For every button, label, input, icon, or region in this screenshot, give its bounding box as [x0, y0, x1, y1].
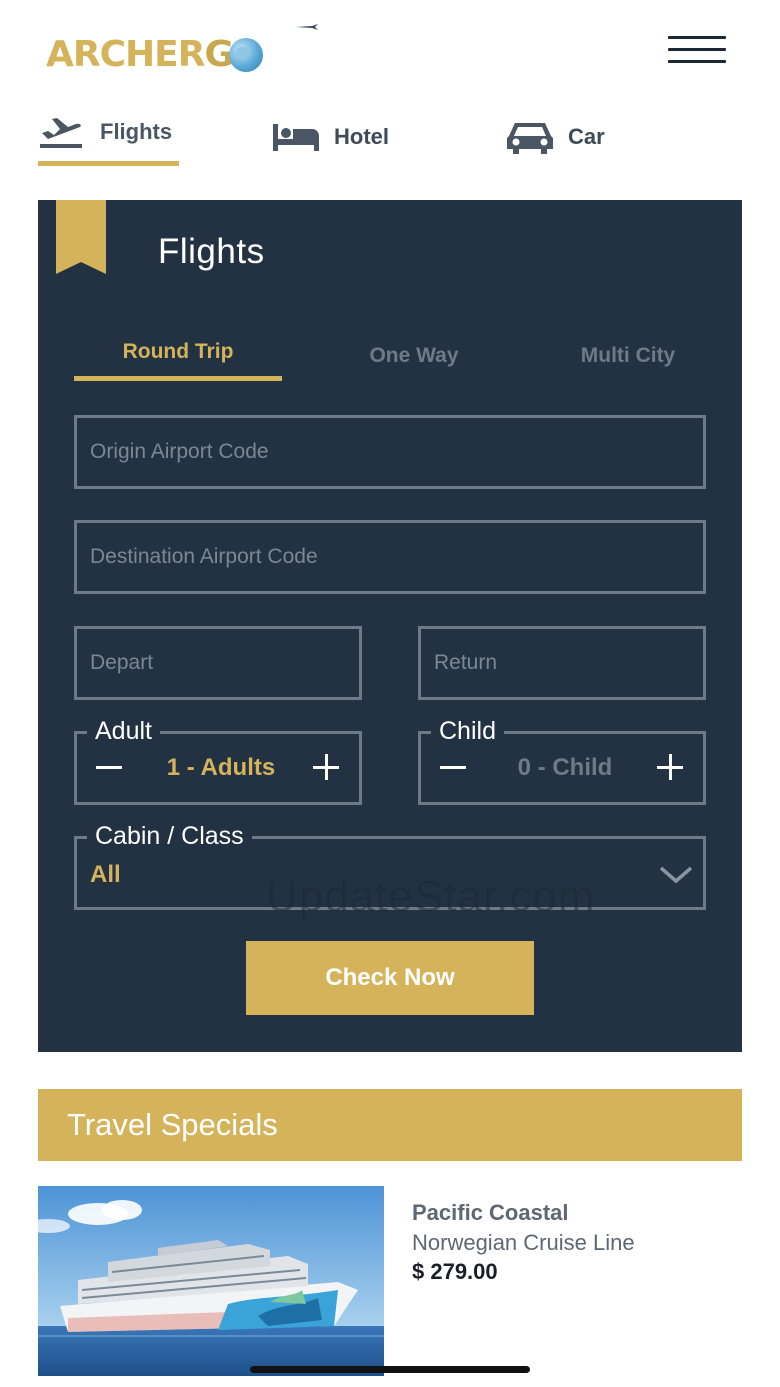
active-tab-underline [38, 161, 179, 166]
tab-multi-city[interactable]: Multi City [550, 344, 706, 368]
car-icon [507, 123, 553, 154]
travel-specials-title: Travel Specials [67, 1107, 278, 1142]
adult-stepper: Adult 1 - Adults [74, 716, 362, 805]
tab-one-way[interactable]: One Way [334, 344, 494, 368]
cabin-class-label: Cabin / Class [87, 821, 252, 851]
bookmark-ribbon-icon [56, 200, 106, 274]
return-date-input[interactable] [421, 629, 703, 697]
origin-field [74, 415, 706, 489]
globe-icon [229, 38, 264, 72]
adult-label: Adult [87, 716, 160, 746]
tab-car[interactable]: Car [506, 106, 605, 168]
logo-wordmark: ARCHERG [46, 33, 234, 75]
cabin-class-select[interactable]: Cabin / Class All [74, 821, 706, 910]
return-field [418, 626, 706, 700]
airplane-departure-icon [40, 118, 82, 148]
depart-date-input[interactable] [77, 629, 359, 697]
deal-title-link[interactable]: Pacific Coastal [412, 1200, 569, 1226]
tab-flights-label: Flights [100, 119, 173, 144]
chevron-down-icon [659, 866, 693, 884]
child-stepper: Child 0 - Child [418, 716, 706, 805]
adult-decrement-button[interactable] [96, 754, 124, 782]
tab-hotel[interactable]: Hotel [272, 106, 389, 168]
child-count-value: 0 - Child [517, 754, 613, 781]
cruise-ship-image [38, 1186, 384, 1376]
tab-flights[interactable]: Flights [38, 106, 179, 168]
destination-field [74, 520, 706, 594]
depart-field [74, 626, 362, 700]
check-now-button[interactable]: Check Now [246, 941, 534, 1015]
tab-hotel-label: Hotel [334, 124, 389, 149]
archergo-logo[interactable]: ARCHERG [46, 24, 318, 78]
child-label: Child [431, 716, 504, 746]
cabin-class-value: All [90, 861, 121, 888]
adult-increment-button[interactable] [313, 754, 341, 782]
cruise-ship-photo[interactable] [38, 1186, 384, 1376]
round-trip-underline [74, 376, 282, 381]
home-indicator[interactable] [250, 1366, 530, 1373]
tab-round-trip[interactable]: Round Trip [74, 340, 282, 381]
bed-icon [273, 124, 319, 151]
deal-price: $ 279.00 [412, 1259, 498, 1284]
travel-specials-header: Travel Specials [38, 1089, 742, 1161]
deal-cruise-line: Norwegian Cruise Line [412, 1230, 635, 1255]
flight-search-panel: Flights Round Trip One Way Multi City Ad… [38, 200, 742, 1052]
child-increment-button[interactable] [657, 754, 685, 782]
adult-count-value: 1 - Adults [166, 754, 276, 781]
child-decrement-button[interactable] [440, 754, 468, 782]
tab-car-label: Car [568, 124, 605, 149]
logo-airplane-icon [296, 24, 318, 30]
hamburger-menu-icon[interactable] [668, 36, 726, 68]
panel-title: Flights [158, 232, 265, 271]
origin-input[interactable] [77, 418, 703, 486]
destination-input[interactable] [77, 523, 703, 591]
